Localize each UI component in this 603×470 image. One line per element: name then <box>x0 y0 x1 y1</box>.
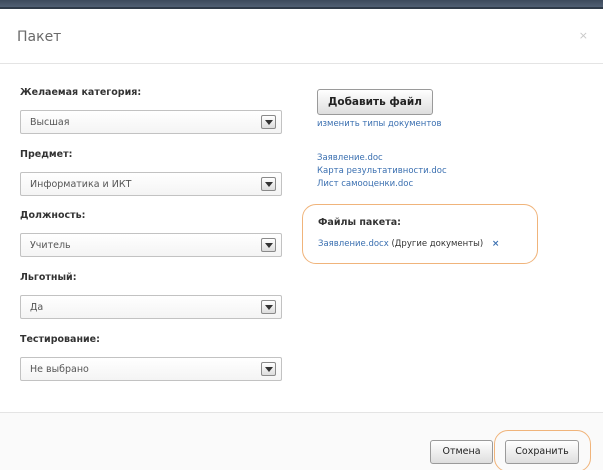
document-link[interactable]: Карта результативности.doc <box>317 165 447 178</box>
dialog-footer: Отмена Сохранить <box>0 412 603 470</box>
document-link[interactable]: Лист самооценки.doc <box>317 178 447 191</box>
category-select[interactable]: Высшая <box>20 110 282 134</box>
change-document-types-link[interactable]: изменить типы документов <box>317 119 441 129</box>
field-label: Предмет: <box>20 149 73 160</box>
select-value: Да <box>30 302 44 313</box>
field-subject: Предмет: Информатика и ИКТ <box>20 149 282 196</box>
preferential-select[interactable]: Да <box>20 295 282 319</box>
close-icon[interactable]: × <box>579 29 588 42</box>
position-select[interactable]: Учитель <box>20 233 282 257</box>
field-preferential: Льготный: Да <box>20 272 282 319</box>
document-list: Заявление.doc Карта результативности.doc… <box>317 152 447 191</box>
chevron-down-icon[interactable] <box>261 115 276 129</box>
cancel-button[interactable]: Отмена <box>430 440 493 464</box>
select-value: Высшая <box>30 117 70 128</box>
package-file-link[interactable]: Заявление.docx <box>318 239 389 249</box>
package-files-section: Файлы пакета: Заявление.docx (Другие док… <box>302 204 538 264</box>
subject-select[interactable]: Информатика и ИКТ <box>20 172 282 196</box>
field-label: Желаемая категория: <box>20 87 142 98</box>
dialog-header: Пакет × <box>0 9 603 64</box>
add-file-button[interactable]: Добавить файл <box>317 89 433 115</box>
save-button[interactable]: Сохранить <box>505 440 579 464</box>
field-category: Желаемая категория: Высшая <box>20 87 282 134</box>
window-top-bar <box>0 0 603 9</box>
package-files-title: Файлы пакета: <box>318 217 401 228</box>
chevron-down-icon[interactable] <box>261 238 276 252</box>
field-label: Льготный: <box>20 272 77 283</box>
package-dialog: Пакет × Желаемая категория: Высшая Предм… <box>0 9 603 470</box>
chevron-down-icon[interactable] <box>261 177 276 191</box>
chevron-down-icon[interactable] <box>261 300 276 314</box>
remove-icon[interactable]: × <box>492 239 500 249</box>
select-value: Учитель <box>30 240 71 251</box>
field-label: Должность: <box>20 210 86 221</box>
select-value: Не выбрано <box>30 364 89 375</box>
field-testing: Тестирование: Не выбрано <box>20 334 282 381</box>
field-position: Должность: Учитель <box>20 210 282 257</box>
field-label: Тестирование: <box>20 334 100 345</box>
document-link[interactable]: Заявление.doc <box>317 152 447 165</box>
dialog-title: Пакет <box>17 29 62 45</box>
package-file-item: Заявление.docx (Другие документы) × <box>318 239 499 249</box>
chevron-down-icon[interactable] <box>261 362 276 376</box>
testing-select[interactable]: Не выбрано <box>20 357 282 381</box>
package-file-type: (Другие документы) <box>391 239 484 249</box>
select-value: Информатика и ИКТ <box>30 179 132 190</box>
